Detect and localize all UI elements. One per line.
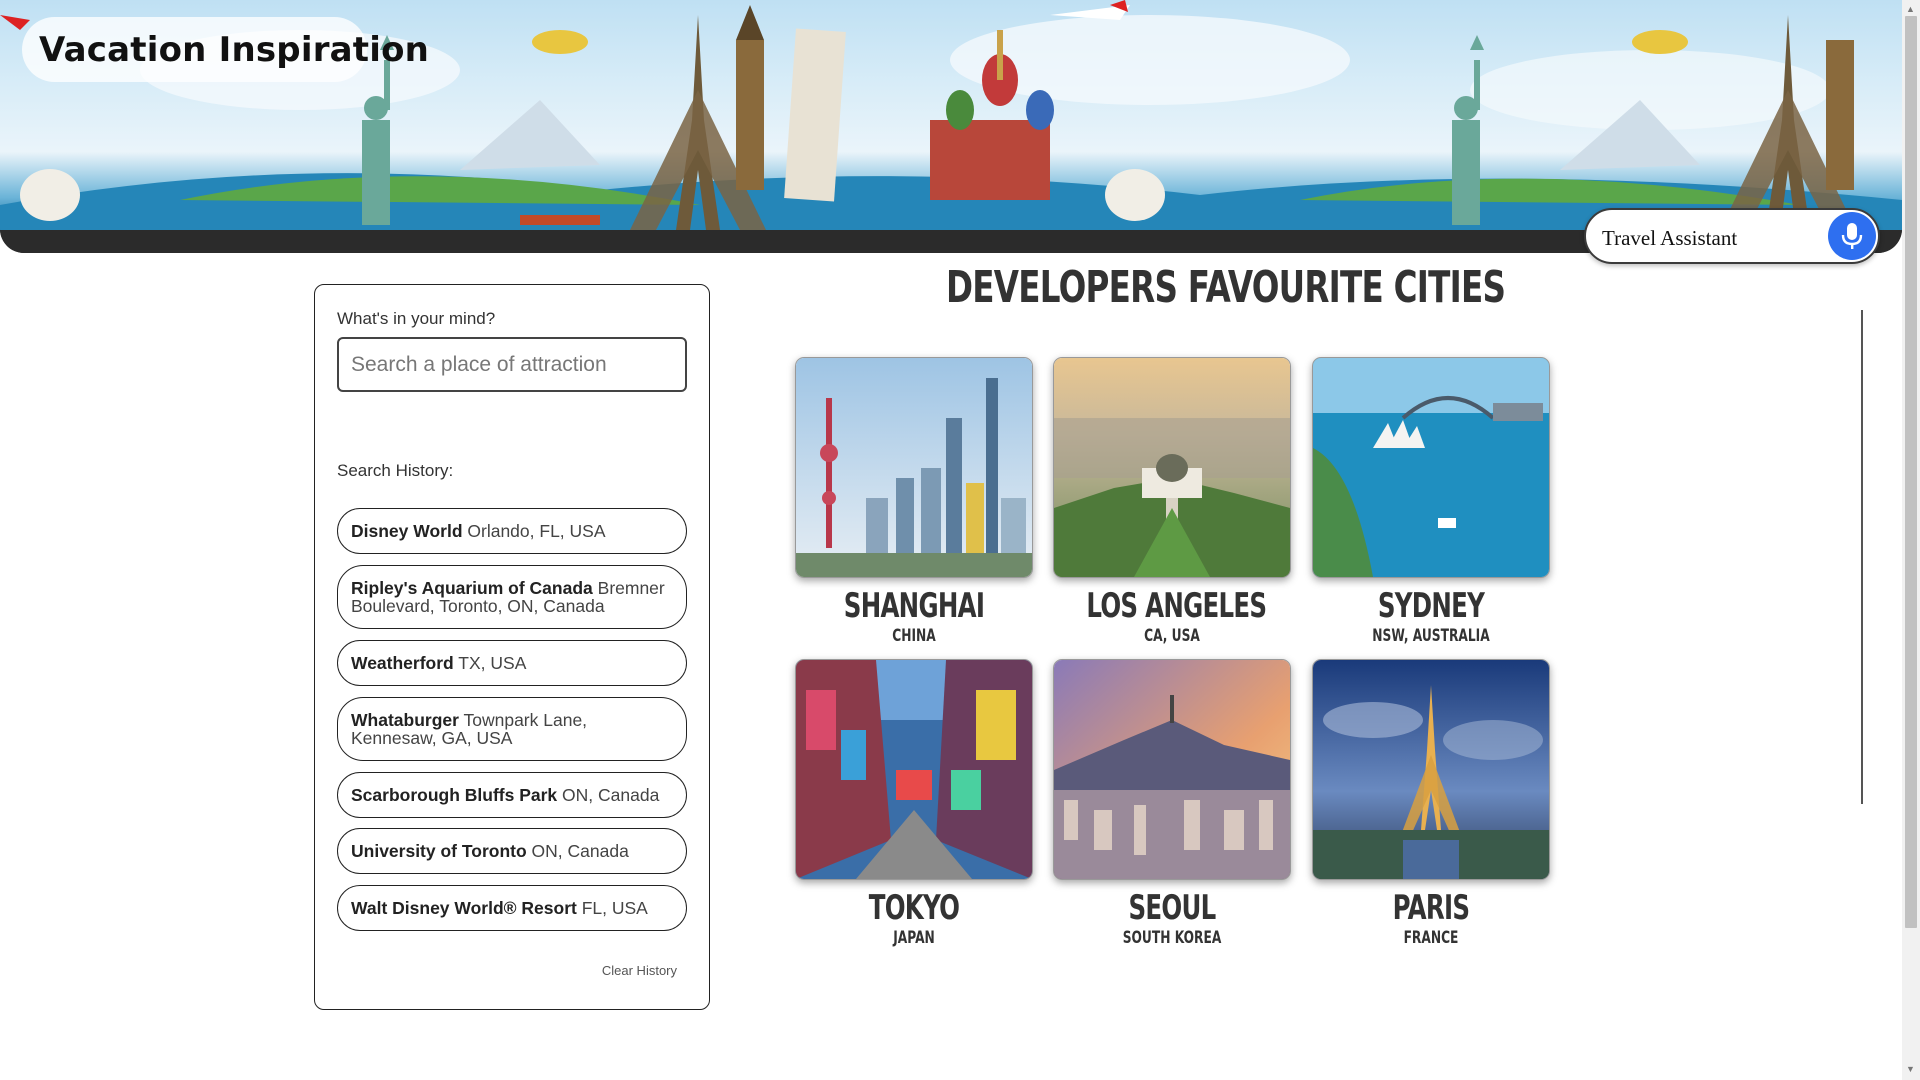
travel-assistant-label: Travel Assistant — [1602, 226, 1738, 250]
search-label: What's in your mind? — [337, 309, 496, 328]
search-history-label: Search History: — [337, 461, 454, 480]
divider-line — [1861, 310, 1863, 804]
page-scrollbar[interactable]: ▲ ▼ — [1902, 0, 1920, 1080]
search-panel: What's in your mind? Search History: Dis… — [314, 284, 710, 1010]
city-card-los-angeles[interactable]: LOS ANGELES CA, USA — [1053, 357, 1291, 647]
history-item-name: Disney World — [351, 521, 463, 541]
city-card-shanghai[interactable]: SHANGHAI CHINA — [795, 357, 1033, 647]
search-input[interactable] — [337, 337, 687, 392]
scroll-thumb[interactable] — [1905, 16, 1917, 928]
city-country: FRANCE — [1403, 928, 1459, 948]
city-country: CHINA — [892, 626, 936, 646]
history-item-name: Ripley's Aquarium of Canada — [351, 578, 593, 598]
site-title: Vacation Inspiration — [39, 30, 430, 70]
city-name: SHANGHAI — [843, 586, 985, 626]
history-item[interactable]: Scarborough Bluffs Park ON, Canada — [337, 772, 687, 818]
scroll-down-icon[interactable]: ▼ — [1906, 1064, 1915, 1074]
history-item-name: Whataburger — [351, 710, 459, 730]
history-item-detail: FL, USA — [581, 898, 648, 918]
city-name: SYDNEY — [1377, 586, 1485, 626]
city-country: JAPAN — [893, 928, 935, 948]
history-item-name: Weatherford — [351, 653, 454, 673]
history-item[interactable]: Ripley's Aquarium of Canada Bremner Boul… — [337, 565, 687, 629]
history-item-detail: ON, Canada — [562, 785, 660, 805]
clear-history-button[interactable]: Clear History — [602, 963, 677, 978]
section-title: DEVELOPERS FAVOURITE CITIES — [946, 262, 1506, 313]
city-card-tokyo[interactable]: TOKYO JAPAN — [795, 659, 1033, 949]
city-image-shanghai — [795, 357, 1033, 578]
microphone-icon — [1841, 223, 1863, 249]
scroll-up-icon[interactable]: ▲ — [1906, 4, 1915, 14]
microphone-button[interactable] — [1828, 212, 1876, 260]
history-item-detail: Orlando, FL, USA — [467, 521, 606, 541]
city-card-sydney[interactable]: SYDNEY NSW, AUSTRALIA — [1312, 357, 1550, 647]
history-item-detail: ON, Canada — [531, 841, 629, 861]
history-item-name: University of Toronto — [351, 841, 527, 861]
city-image-seoul — [1053, 659, 1291, 880]
history-item[interactable]: Walt Disney World® Resort FL, USA — [337, 885, 687, 931]
history-item-name: Walt Disney World® Resort — [351, 898, 577, 918]
city-name: LOS ANGELES — [1086, 586, 1267, 626]
history-item[interactable]: University of Toronto ON, Canada — [337, 828, 687, 874]
history-item[interactable]: Weatherford TX, USA — [337, 640, 687, 686]
city-name: TOKYO — [868, 888, 960, 928]
city-country: SOUTH KOREA — [1122, 928, 1222, 948]
city-image-tokyo — [795, 659, 1033, 880]
history-item[interactable]: Whataburger Townpark Lane, Kennesaw, GA,… — [337, 697, 687, 761]
city-country: NSW, AUSTRALIA — [1372, 626, 1490, 646]
travel-assistant-widget[interactable]: Travel Assistant — [1584, 208, 1880, 264]
city-name: PARIS — [1392, 888, 1470, 928]
city-image-paris — [1312, 659, 1550, 880]
history-item-detail: TX, USA — [458, 653, 527, 673]
city-card-seoul[interactable]: SEOUL SOUTH KOREA — [1053, 659, 1291, 949]
city-name: SEOUL — [1128, 888, 1216, 928]
city-image-los-angeles — [1053, 357, 1291, 578]
city-card-paris[interactable]: PARIS FRANCE — [1312, 659, 1550, 949]
city-country: CA, USA — [1144, 626, 1200, 646]
history-item-name: Scarborough Bluffs Park — [351, 785, 558, 805]
history-item[interactable]: Disney World Orlando, FL, USA — [337, 508, 687, 554]
city-image-sydney — [1312, 357, 1550, 578]
